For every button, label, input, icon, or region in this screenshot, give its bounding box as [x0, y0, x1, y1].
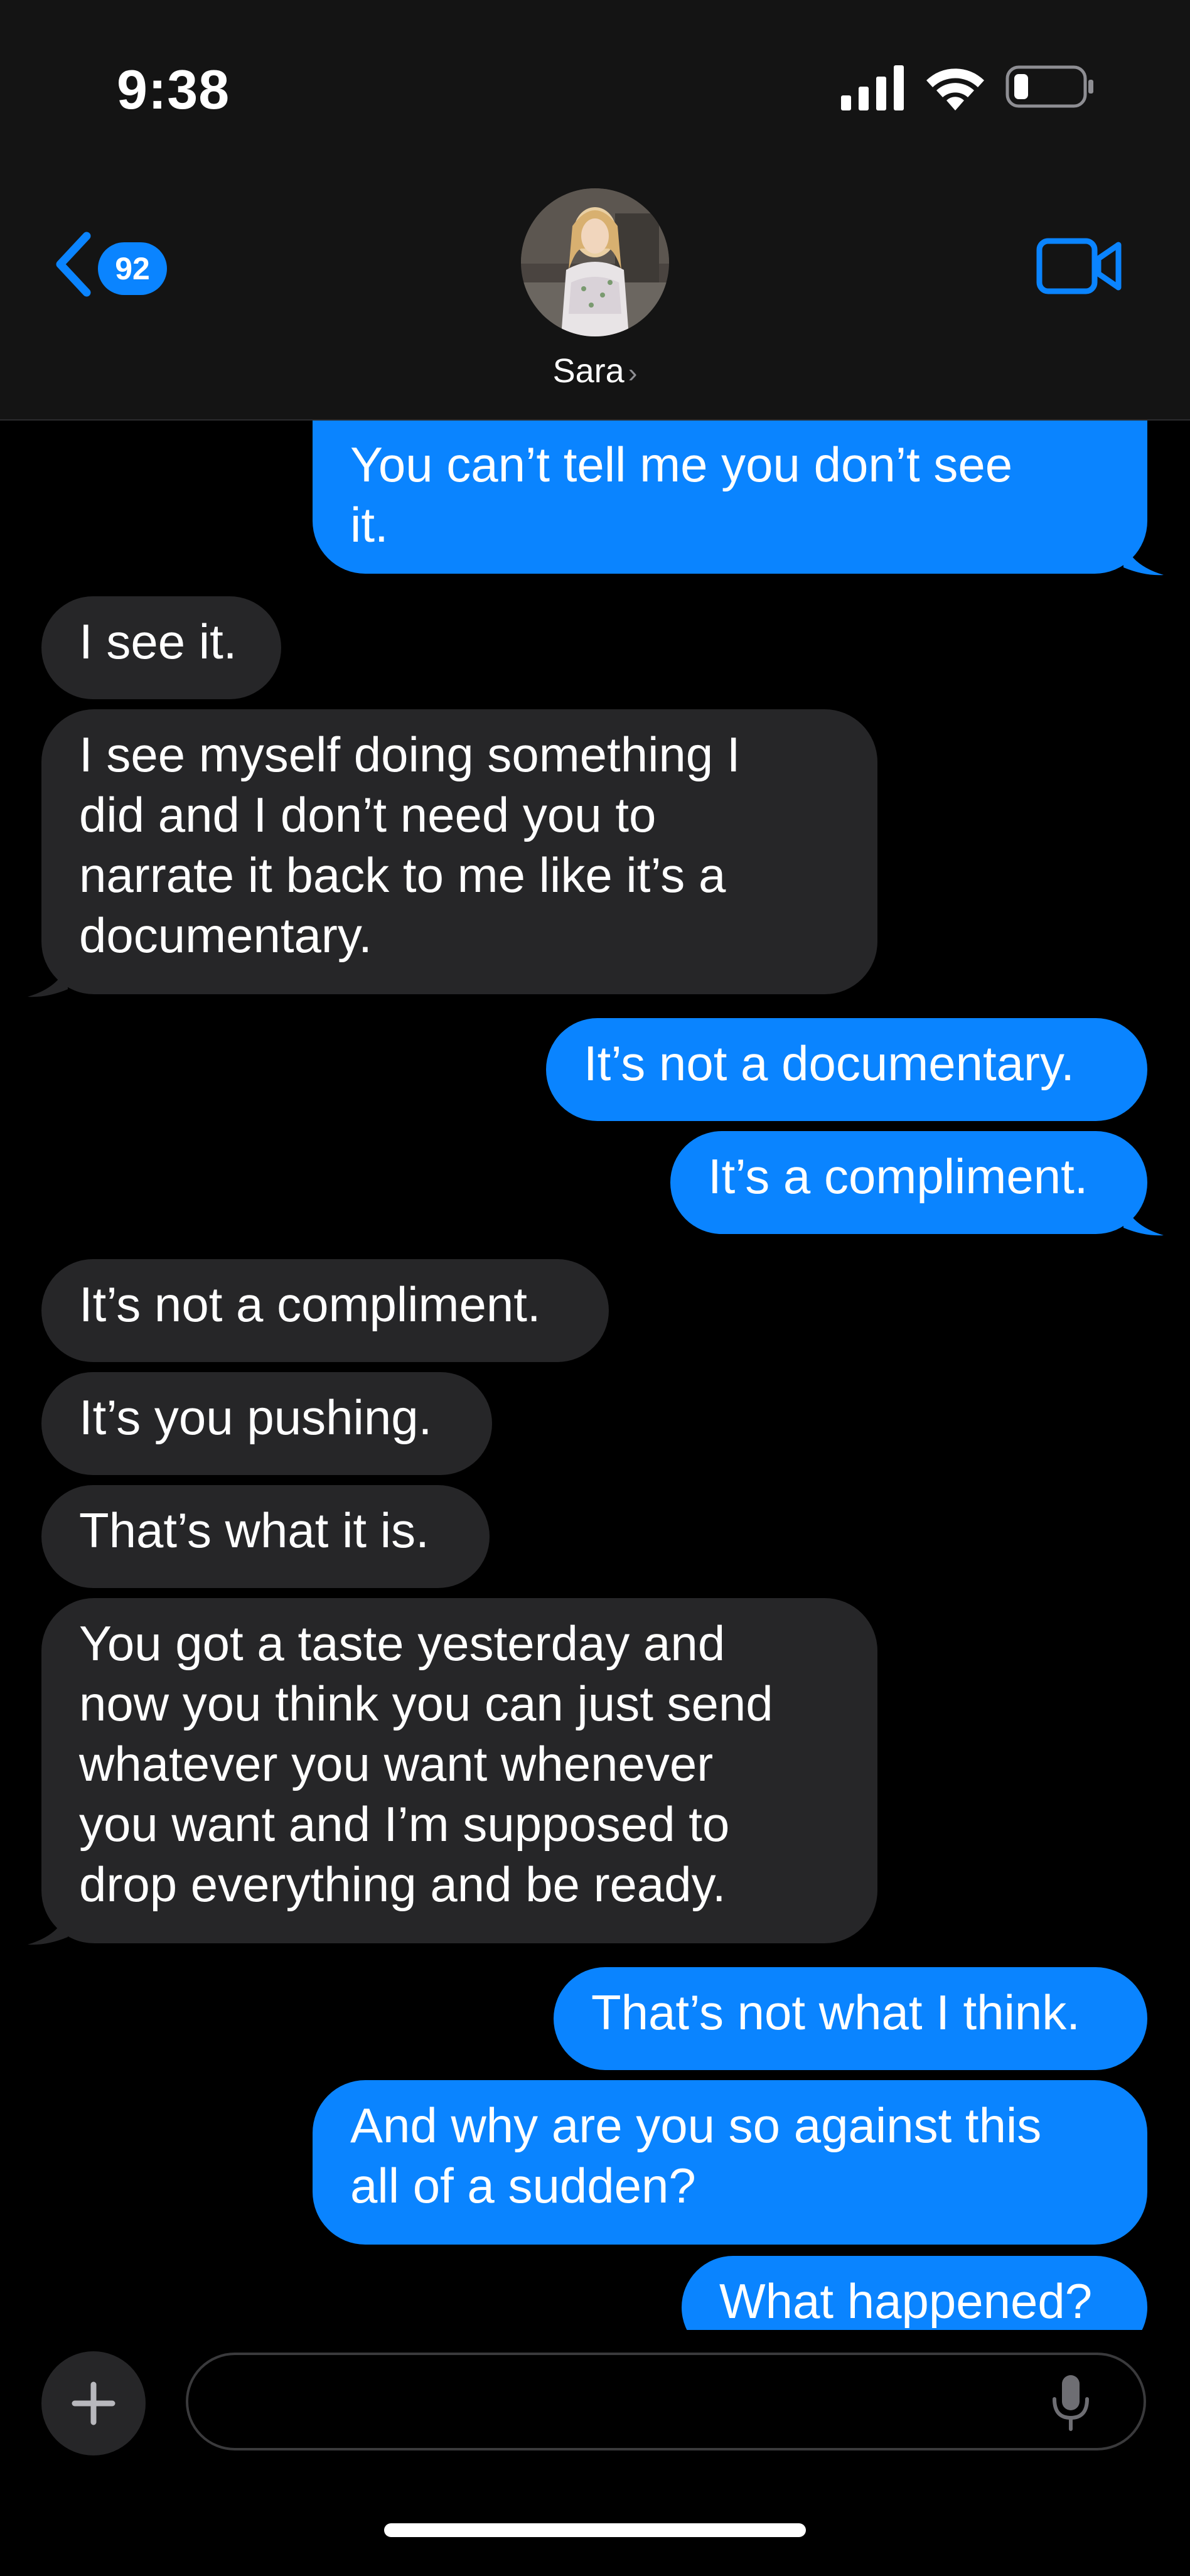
- message-bubble-outgoing[interactable]: And why are you so against this all of a…: [313, 2080, 1147, 2245]
- message-bubble-incoming[interactable]: I see it.: [41, 596, 281, 699]
- message-bubble-outgoing[interactable]: That’s not what I think.: [554, 1967, 1147, 2070]
- message-bubble-incoming[interactable]: That’s what it is.: [41, 1485, 490, 1588]
- message-bubble-incoming[interactable]: You got a taste yesterday and now you th…: [41, 1598, 877, 1943]
- message-bubble-incoming[interactable]: It’s not a compliment.: [41, 1259, 609, 1362]
- cellular-signal-icon: [841, 65, 904, 110]
- message-bubble-incoming[interactable]: I see myself doing something I did and I…: [41, 709, 877, 994]
- status-bar-time: 9:38: [117, 58, 230, 121]
- message-bubble-outgoing[interactable]: You can’t tell me you don’t see it.: [313, 403, 1147, 574]
- message-input[interactable]: [186, 2353, 1146, 2450]
- video-camera-icon[interactable]: [1036, 235, 1123, 298]
- battery-icon: [1005, 65, 1093, 108]
- wifi-icon: [926, 68, 984, 110]
- back-button[interactable]: 92: [46, 225, 172, 306]
- unread-count-badge: 92: [98, 242, 167, 295]
- plus-icon: [72, 2381, 115, 2425]
- contact-name: Sara: [552, 352, 624, 390]
- message-composer: [0, 2330, 1190, 2576]
- bubble-tail: [28, 962, 68, 997]
- conversation-header: 9:38 92 Sara ›: [0, 0, 1190, 421]
- bubble-tail: [1123, 540, 1164, 576]
- contact-name-button[interactable]: Sara ›: [515, 352, 675, 390]
- home-indicator: [384, 2523, 806, 2537]
- message-bubble-incoming[interactable]: It’s you pushing.: [41, 1372, 492, 1475]
- contact-avatar[interactable]: [521, 188, 669, 336]
- bubble-tail: [1123, 1200, 1164, 1236]
- microphone-icon[interactable]: [1052, 2374, 1090, 2432]
- message-bubble-outgoing[interactable]: It’s a compliment.: [670, 1131, 1147, 1234]
- bubble-tail: [28, 1909, 68, 1945]
- chevron-left-icon: [56, 232, 91, 297]
- add-attachment-button[interactable]: [41, 2351, 146, 2455]
- chevron-right-icon: ›: [628, 358, 638, 389]
- avatar-photo: [521, 188, 669, 336]
- message-bubble-outgoing[interactable]: It’s not a documentary.: [546, 1018, 1147, 1121]
